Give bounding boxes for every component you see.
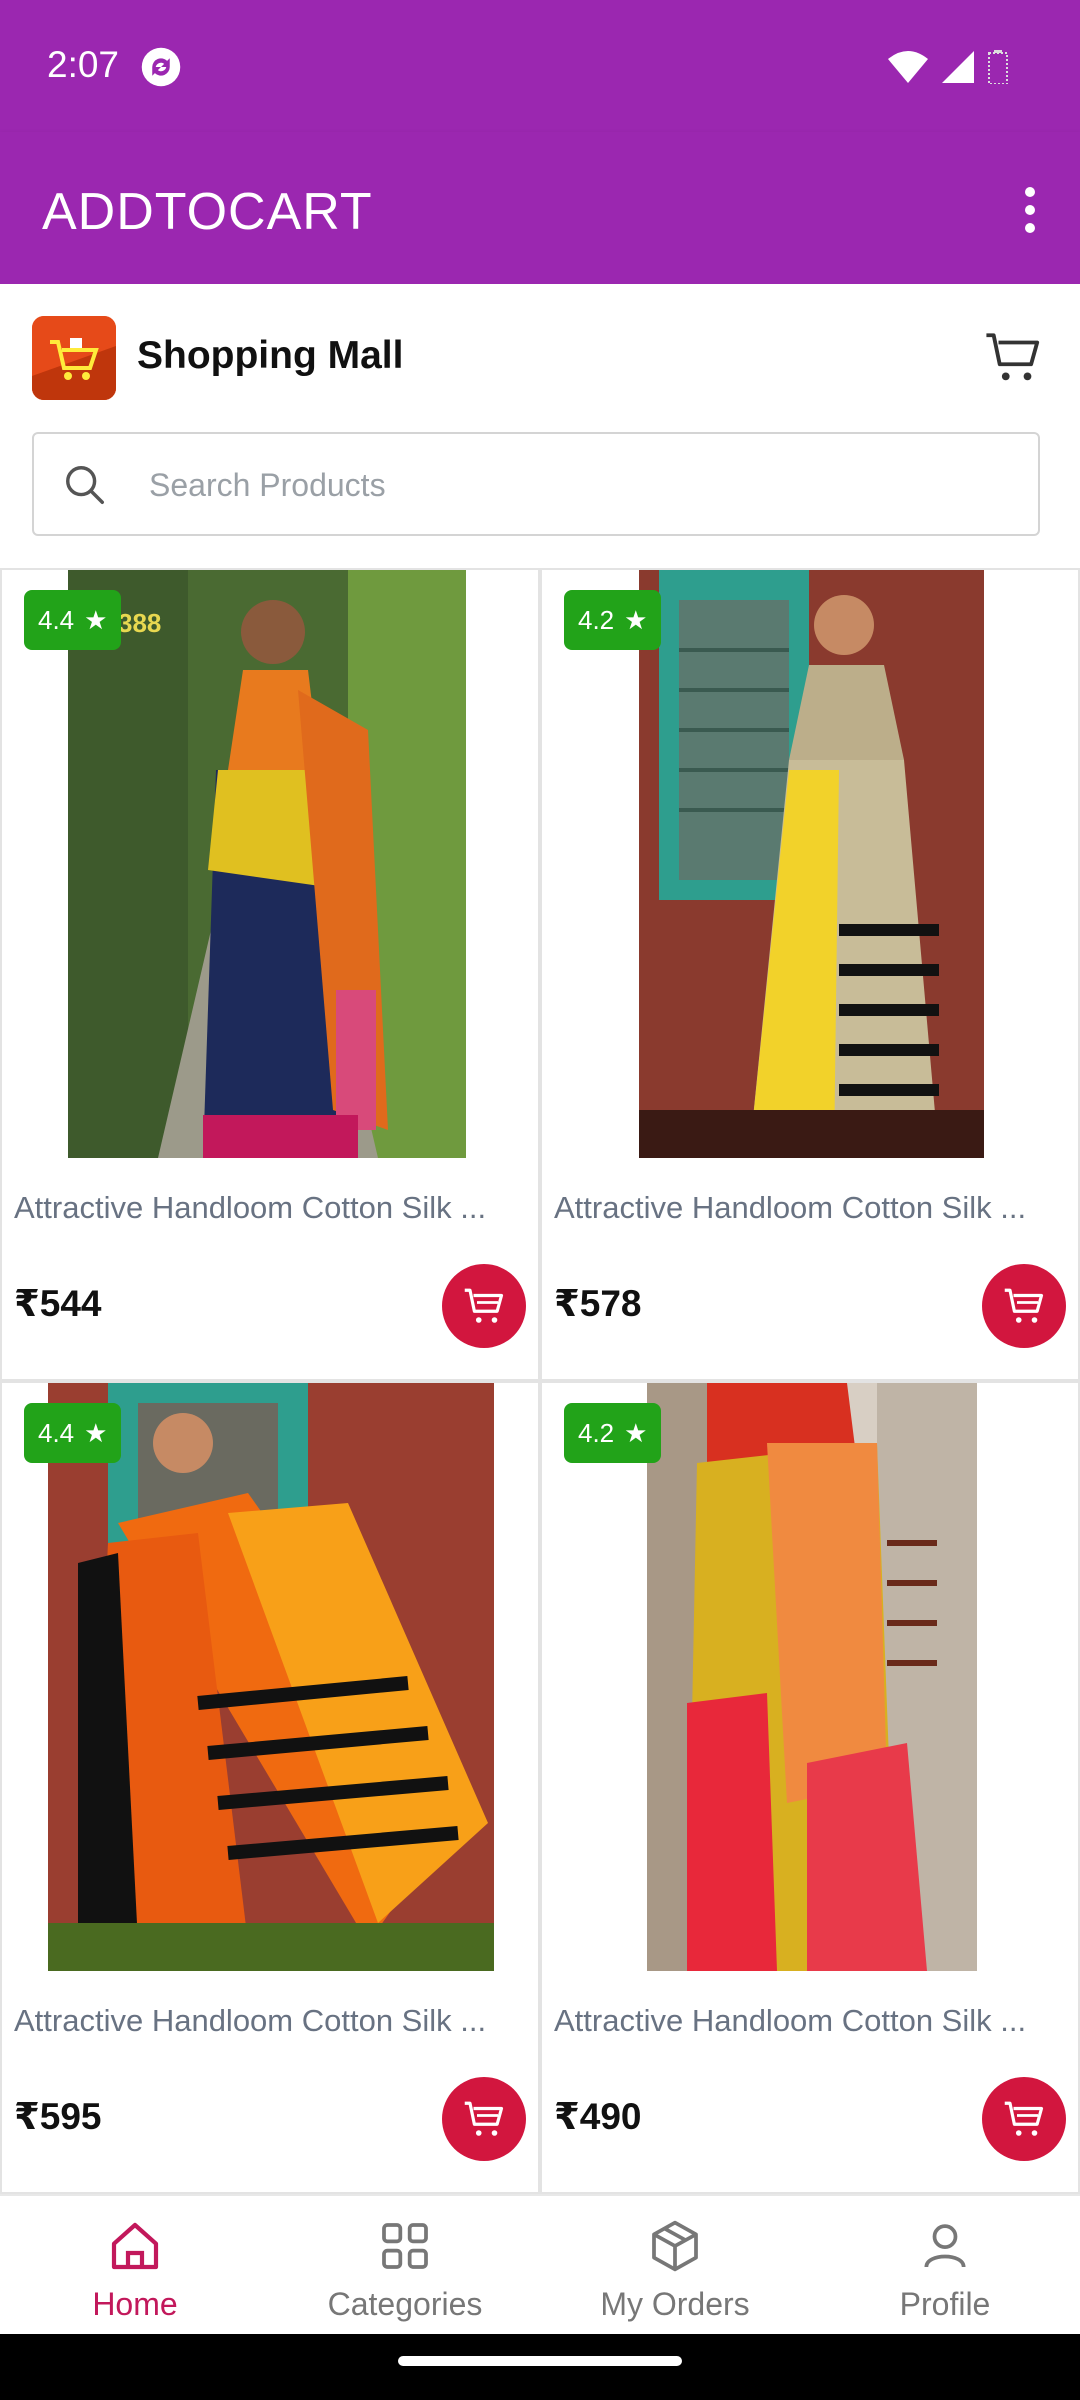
product-name[interactable]: Attractive Handloom Cotton Silk ... (14, 1190, 524, 1226)
rating-badge: 4.2 ★ (564, 1403, 662, 1463)
add-to-cart-button[interactable] (442, 1264, 526, 1348)
search-bar[interactable] (32, 432, 1040, 536)
store-header: Shopping Mall (0, 284, 1080, 570)
rating-value: 4.2 (578, 604, 615, 635)
sync-icon (141, 47, 181, 87)
image-watermark: 388 (118, 608, 161, 638)
grid-icon (382, 2223, 428, 2269)
status-bar: 2:07 (0, 0, 1080, 132)
app-bar: ADDTOCART (0, 132, 1080, 284)
product-name[interactable]: Attractive Handloom Cotton Silk ... (14, 2003, 524, 2039)
store-name: Shopping Mall (137, 334, 404, 377)
product-price: ₹595 (14, 2096, 102, 2137)
add-to-cart-button[interactable] (982, 1264, 1066, 1348)
cart-icon[interactable] (984, 328, 1042, 386)
nav-my-orders[interactable]: My Orders (540, 2196, 810, 2334)
star-icon: ★ (84, 1417, 108, 1448)
product-grid: 388 4.4 ★ Attractive Handloom Cotton Sil… (0, 568, 1080, 2194)
add-to-cart-button[interactable] (442, 2077, 526, 2161)
rating-badge: 4.4 ★ (24, 590, 122, 650)
product-price: ₹578 (554, 1283, 642, 1324)
home-indicator[interactable] (398, 2356, 682, 2366)
nav-label: Categories (327, 2286, 483, 2322)
product-price: ₹490 (554, 2096, 642, 2137)
signal-icon (942, 51, 974, 83)
person-icon (924, 2224, 966, 2268)
cart-icon (464, 1288, 504, 1323)
nav-label: Profile (899, 2286, 991, 2322)
rating-badge: 4.2 ★ (564, 590, 662, 650)
product-card[interactable]: 388 4.4 ★ Attractive Handloom Cotton Sil… (0, 568, 540, 1381)
cart-icon (1004, 2101, 1044, 2136)
rating-value: 4.2 (578, 1417, 615, 1448)
home-icon (111, 2222, 159, 2270)
wifi-icon (888, 51, 928, 83)
nav-categories[interactable]: Categories (270, 2196, 540, 2334)
store-logo (32, 316, 116, 400)
box-icon (652, 2220, 698, 2272)
rating-value: 4.4 (38, 1417, 75, 1448)
add-to-cart-button[interactable] (982, 2077, 1066, 2161)
product-card[interactable]: 4.2 ★ Attractive Handloom Cotton Silk ..… (540, 568, 1080, 1381)
star-icon: ★ (624, 604, 648, 635)
more-options-icon[interactable] (1020, 186, 1040, 234)
bottom-navigation: Home Categories My Orders Profile (0, 2194, 1080, 2334)
product-card[interactable]: 4.4 ★ Attractive Handloom Cotton Silk ..… (0, 1381, 540, 2194)
product-price: ₹544 (14, 1283, 102, 1324)
product-name[interactable]: Attractive Handloom Cotton Silk ... (554, 1190, 1064, 1226)
product-image[interactable] (48, 1383, 494, 1971)
cart-icon (464, 2101, 504, 2136)
star-icon: ★ (84, 604, 108, 635)
product-image[interactable]: 388 (68, 570, 466, 1158)
search-input[interactable] (149, 454, 999, 516)
rating-value: 4.4 (38, 604, 75, 635)
rating-badge: 4.4 ★ (24, 1403, 122, 1463)
nav-label: My Orders (600, 2286, 750, 2322)
nav-profile[interactable]: Profile (810, 2196, 1080, 2334)
nav-label: Home (92, 2286, 178, 2322)
status-time: 2:07 (47, 44, 120, 85)
product-name[interactable]: Attractive Handloom Cotton Silk ... (554, 2003, 1064, 2039)
product-card[interactable]: 4.2 ★ Attractive Handloom Cotton Silk ..… (540, 1381, 1080, 2194)
product-image[interactable] (647, 1383, 977, 1971)
product-image[interactable] (639, 570, 984, 1158)
star-icon: ★ (624, 1417, 648, 1448)
battery-icon (988, 50, 1008, 84)
cart-icon (1004, 1288, 1044, 1323)
app-title: ADDTOCART (42, 183, 373, 241)
search-icon (66, 466, 104, 504)
nav-home[interactable]: Home (0, 2196, 270, 2334)
gesture-bar (0, 2334, 1080, 2400)
